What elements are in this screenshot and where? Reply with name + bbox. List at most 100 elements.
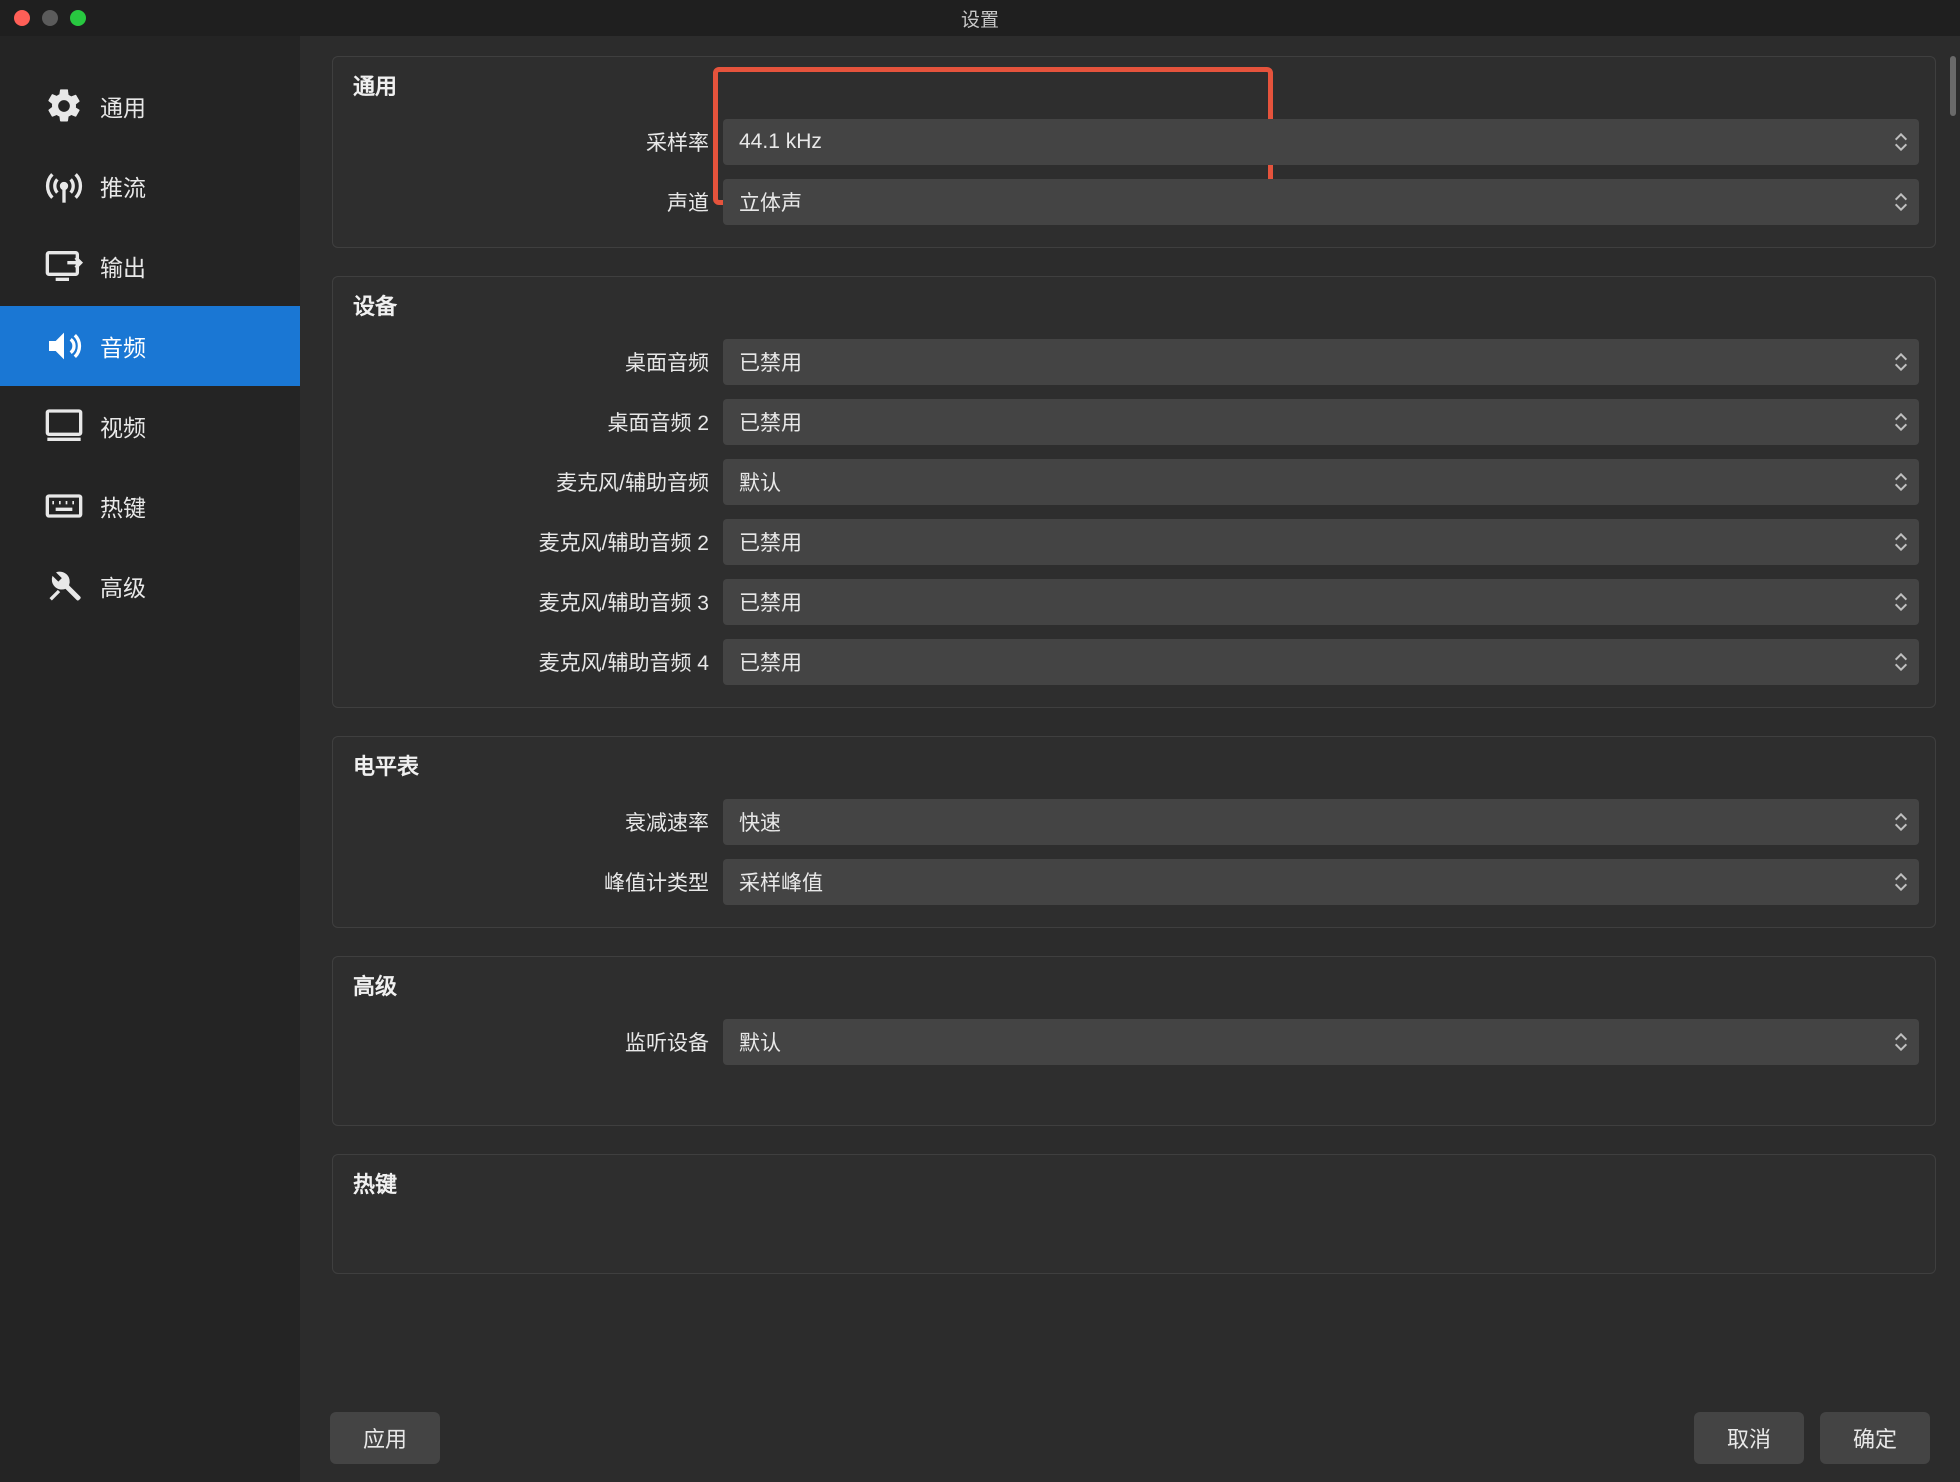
sidebar-item-label: 通用 [100,89,146,123]
select-channels[interactable]: 立体声 [723,179,1919,225]
button-label: 应用 [363,1422,407,1454]
label-peak-type: 峰值计类型 [349,867,709,897]
sidebar-item-output[interactable]: 输出 [0,226,300,306]
select-desktop-audio[interactable]: 已禁用 [723,339,1919,385]
scrollbar-thumb[interactable] [1950,56,1956,116]
stepper-icon [1891,585,1911,619]
close-window-button[interactable] [14,10,30,26]
select-value: 立体声 [739,187,802,217]
label-mic-2: 麦克风/辅助音频 2 [349,527,709,557]
speaker-icon [44,326,84,366]
select-peak-type[interactable]: 采样峰值 [723,859,1919,905]
row-desktop-audio-2: 桌面音频 2 已禁用 [349,399,1919,445]
row-mic-4: 麦克风/辅助音频 4 已禁用 [349,639,1919,685]
stepper-icon [1891,465,1911,499]
row-sample-rate: 采样率 44.1 kHz [349,119,1919,165]
row-desktop-audio: 桌面音频 已禁用 [349,339,1919,385]
gear-icon [44,86,84,126]
select-mic-2[interactable]: 已禁用 [723,519,1919,565]
row-decay-rate: 衰减速率 快速 [349,799,1919,845]
select-sample-rate[interactable]: 44.1 kHz [723,119,1919,165]
antenna-icon [44,166,84,206]
label-mic-1: 麦克风/辅助音频 [349,467,709,497]
button-label: 确定 [1853,1422,1897,1454]
panel-meters: 电平表 衰减速率 快速 峰值计类型 采样峰值 [332,736,1936,928]
window-body: 通用 推流 输出 音频 [0,36,1960,1482]
panel-general: 通用 采样率 44.1 kHz 声道 [332,56,1936,248]
sidebar-item-general[interactable]: 通用 [0,66,300,146]
select-desktop-audio-2[interactable]: 已禁用 [723,399,1919,445]
row-mic-1: 麦克风/辅助音频 默认 [349,459,1919,505]
row-peak-type: 峰值计类型 采样峰值 [349,859,1919,905]
stepper-icon [1891,645,1911,679]
label-desktop-audio-2: 桌面音频 2 [349,407,709,437]
select-value: 44.1 kHz [739,130,822,154]
stepper-icon [1891,1025,1911,1059]
select-mic-1[interactable]: 默认 [723,459,1919,505]
tools-icon [44,566,84,606]
panel-title-general: 通用 [353,69,1919,101]
settings-window: 设置 通用 推流 输出 [0,0,1960,1482]
stepper-icon [1891,805,1911,839]
sidebar-item-stream[interactable]: 推流 [0,146,300,226]
sidebar-item-label: 推流 [100,169,146,203]
select-monitor-device[interactable]: 默认 [723,1019,1919,1065]
stepper-icon [1891,345,1911,379]
select-value: 采样峰值 [739,867,823,897]
monitor-icon [44,406,84,446]
sidebar-item-label: 热键 [100,489,146,523]
stepper-icon [1891,125,1911,159]
sidebar-item-advanced[interactable]: 高级 [0,546,300,626]
select-value: 已禁用 [739,527,802,557]
apply-button[interactable]: 应用 [330,1412,440,1464]
window-controls [14,10,86,26]
window-title: 设置 [0,5,1960,32]
keyboard-icon [44,486,84,526]
label-monitor-device: 监听设备 [349,1027,709,1057]
sidebar-item-audio[interactable]: 音频 [0,306,300,386]
panel-advanced: 高级 监听设备 默认 [332,956,1936,1126]
select-value: 快速 [739,807,781,837]
label-sample-rate: 采样率 [349,127,709,157]
select-value: 已禁用 [739,347,802,377]
row-channels: 声道 立体声 [349,179,1919,225]
sidebar-item-label: 输出 [100,249,146,283]
stepper-icon [1891,185,1911,219]
button-label: 取消 [1727,1422,1771,1454]
panel-title-advanced: 高级 [353,969,1919,1001]
sidebar-item-video[interactable]: 视频 [0,386,300,466]
stepper-icon [1891,525,1911,559]
select-mic-3[interactable]: 已禁用 [723,579,1919,625]
sidebar-item-hotkeys[interactable]: 热键 [0,466,300,546]
titlebar: 设置 [0,0,1960,36]
stepper-icon [1891,405,1911,439]
sidebar-item-label: 音频 [100,329,146,363]
label-mic-3: 麦克风/辅助音频 3 [349,587,709,617]
footer: 应用 取消 确定 [300,1392,1960,1482]
maximize-window-button[interactable] [70,10,86,26]
row-monitor-device: 监听设备 默认 [349,1019,1919,1065]
select-decay-rate[interactable]: 快速 [723,799,1919,845]
ok-button[interactable]: 确定 [1820,1412,1930,1464]
sidebar-item-label: 高级 [100,569,146,603]
label-decay-rate: 衰减速率 [349,807,709,837]
row-mic-2: 麦克风/辅助音频 2 已禁用 [349,519,1919,565]
select-mic-4[interactable]: 已禁用 [723,639,1919,685]
label-channels: 声道 [349,187,709,217]
panel-title-devices: 设备 [353,289,1919,321]
cancel-button[interactable]: 取消 [1694,1412,1804,1464]
minimize-window-button[interactable] [42,10,58,26]
select-value: 默认 [739,467,781,497]
select-value: 已禁用 [739,587,802,617]
panel-title-hotkeys: 热键 [353,1167,1919,1199]
content-wrap: 通用 采样率 44.1 kHz 声道 [300,36,1960,1482]
panel-devices: 设备 桌面音频 已禁用 桌面音频 2 已禁用 [332,276,1936,708]
label-mic-4: 麦克风/辅助音频 4 [349,647,709,677]
select-value: 默认 [739,1027,781,1057]
select-value: 已禁用 [739,407,802,437]
row-mic-3: 麦克风/辅助音频 3 已禁用 [349,579,1919,625]
panel-hotkeys: 热键 [332,1154,1936,1274]
select-value: 已禁用 [739,647,802,677]
output-icon [44,246,84,286]
stepper-icon [1891,865,1911,899]
